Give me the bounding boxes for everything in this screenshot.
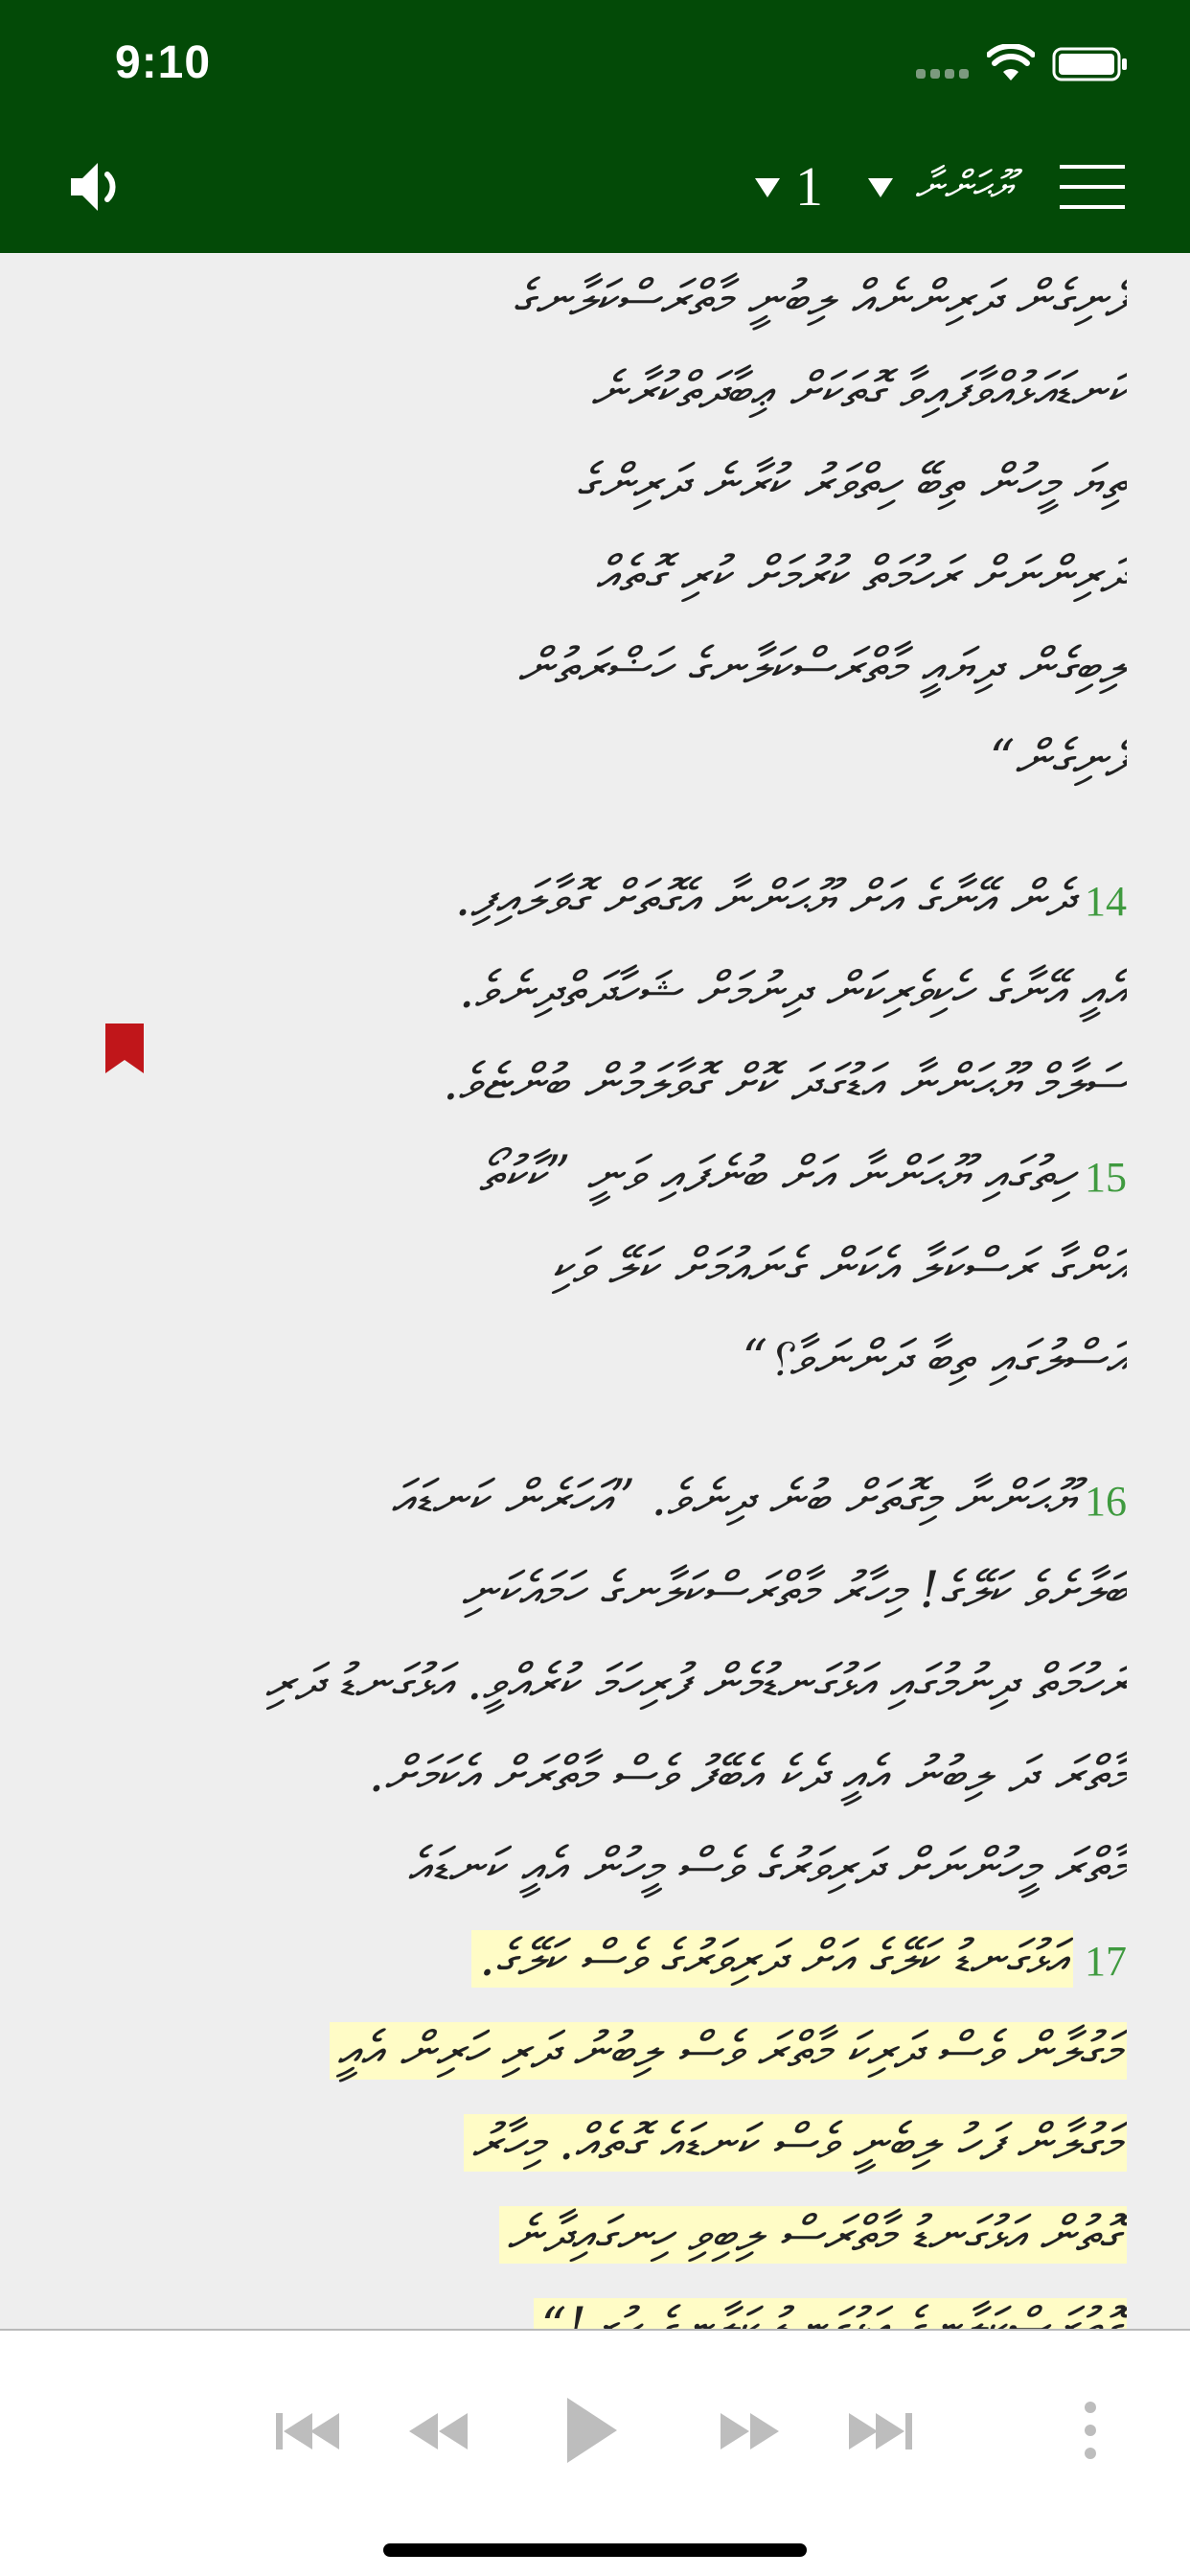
cellular-signal-icon bbox=[916, 69, 970, 79]
verse-text: ދެން އޭނާގެ އަށް ޔޫޙަންނާ އެގޮތަށް ގޮވާލ… bbox=[454, 870, 1073, 928]
verse-text: ދަރިންނަށް ރަހުމަތް ކުރުމަށް ކުރި ގޮތެއް bbox=[595, 546, 1127, 604]
verse-line[interactable]: މަގުލާން ވެސް ދަރިކަ މާތްރަ ވެސް ލިބުނު … bbox=[44, 2005, 1127, 2097]
nav-bar: 1 ޔޫޙަންނާ bbox=[0, 144, 1190, 230]
highlighted-verse-text: ގޮތުރަސްކަލާނގެ އަޅުގަނޑު ކަލާނގެ ހުރި!“ bbox=[533, 2298, 1127, 2329]
verse-line[interactable]: 14 ދެން އޭނާގެ އަށް ޔޫޙަންނާ އެގޮތަށް ގޮވ… bbox=[44, 853, 1127, 945]
home-indicator bbox=[383, 2543, 807, 2557]
fast-forward-icon[interactable] bbox=[719, 2409, 782, 2453]
verse-line[interactable]: ގޮތުން އަޅުގަނޑު މާތްރަސް ލިބިވި ހިނގައި… bbox=[44, 2189, 1127, 2281]
verse-line[interactable]: ލިބިގެން ދިޔައީ މާތްރަސްކަލާނގެ ހަޟްރަތު… bbox=[44, 621, 1127, 713]
verse-text: އަސްލުގައި ތިބާ ދަންނަވާ؟“ bbox=[742, 1330, 1127, 1388]
verse-text: ފެނިގެން ދަރިންނެއް ލިބުނީ މާތްރަސްކަލާނ… bbox=[513, 270, 1127, 328]
verse-text: ތިޔަ މީހުން ތިބޭ ހިތްވަރު ކުރާނެ ދަރިންގ… bbox=[576, 454, 1127, 512]
more-vertical-icon[interactable] bbox=[1077, 2400, 1104, 2461]
verse-number: 14 bbox=[1085, 878, 1127, 925]
highlighted-verse-text: މަގުލާން ފަހު ލިބެނީ ވެސް ކަނޑައެ ގޮތެއް… bbox=[464, 2114, 1127, 2172]
skip-next-icon[interactable] bbox=[847, 2409, 914, 2453]
verse-text: ޔޫޙަންނާ މިގޮތަށް ބުނެ ދިނެވެ. ”އަހަރެން… bbox=[391, 1470, 1073, 1528]
verse-line[interactable]: ކަނޑައަޅުއްވާފައިވާ ގޮތަކަށް ޢިބާދަތްކުރ… bbox=[44, 345, 1127, 437]
verse-text: ފެނިގެން“ bbox=[989, 730, 1127, 788]
verse-text: އަންގާ ރަސްކަލާ އެކަން ގެނައުމަށް ކަލޭ ވ… bbox=[551, 1238, 1127, 1296]
chapter-selector[interactable]: 1 bbox=[795, 153, 823, 220]
battery-icon bbox=[1052, 47, 1127, 81]
wifi-icon bbox=[987, 44, 1035, 80]
verse-number: 16 bbox=[1085, 1478, 1127, 1525]
verse-line[interactable]: ގޮތުރަސްކަލާނގެ އަޅުގަނޑު ކަލާނގެ ހުރި!“ bbox=[44, 2281, 1127, 2329]
verse-line[interactable]: 15 ހިތުގައި ޔޫޙަންނާ އަށް ބުނެފައި ވަނީ ”… bbox=[44, 1129, 1127, 1221]
verse-text: އެއީ އޭނާގެ ހެކިވެރިކަން ދިނުމަށް ޝަހާދަ… bbox=[458, 962, 1127, 1020]
verse-line[interactable]: ރަހުމަތް ދިނުމުގައި އަޅުގަނޑުމެން ފުރިހަ… bbox=[44, 1637, 1127, 1729]
highlighted-verse-text: ކަލޭގެ އަށް ދަރިވަރުގެ ވެސް ކަލޭގެ. bbox=[471, 1930, 945, 1988]
status-time: 9:10 bbox=[115, 37, 212, 88]
verse-text: ރަހުމަތް ދިނުމުގައި އަޅުގަނޑުމެން ފުރިހަ… bbox=[264, 1654, 1127, 1712]
verse-text: މާތްރަ މީހުންނަށް ދަރިވަރުގެ ވެސް މީހުން… bbox=[407, 1838, 1127, 1896]
verse-line[interactable]: އެއީ އޭނާގެ ހެކިވެރިކަން ދިނުމަށް ޝަހާދަ… bbox=[44, 945, 1127, 1037]
verse-number: 17 bbox=[1085, 1938, 1127, 1985]
scripture-text-area[interactable]: ފެނިގެން ދަރިންނެއް ލިބުނީ މާތްރަސްކަލާނ… bbox=[0, 253, 1190, 2329]
book-dropdown-triangle-icon[interactable] bbox=[866, 167, 895, 207]
verse-line[interactable]: މަގުލާން ފަހު ލިބެނީ ވެސް ކަނޑައެ ގޮތެއް… bbox=[44, 2097, 1127, 2189]
bookmark-icon[interactable] bbox=[103, 1022, 146, 1075]
skip-previous-icon[interactable] bbox=[274, 2409, 341, 2453]
audio-player-bar bbox=[0, 2329, 1190, 2576]
verse-line[interactable]: ސަލާމް ޔޫޙަންނާ އަޑުގަދަ ކޮށް ގޮވާލަމުން… bbox=[44, 1037, 1127, 1129]
verse-number: 15 bbox=[1085, 1154, 1127, 1201]
verse-text: ސަލާމް ޔޫޙަންނާ އަޑުގަދަ ކޮށް ގޮވާލަމުން… bbox=[443, 1054, 1127, 1112]
verse-line[interactable]: ފެނިގެން ދަރިންނެއް ލިބުނީ މާތްރަސްކަލާނ… bbox=[44, 253, 1127, 345]
app-header: 9:10 1 ޔޫޙަންނާ bbox=[0, 0, 1190, 253]
verse-line[interactable]: 16 ޔޫޙަންނާ މިގޮތަށް ބުނެ ދިނެވެ. ”އަހަރެ… bbox=[44, 1453, 1127, 1545]
verse-line[interactable]: ފެނިގެން“ bbox=[44, 713, 1127, 805]
verse-line[interactable]: އަސްލުގައި ތިބާ ދަންނަވާ؟“ bbox=[44, 1313, 1127, 1405]
verse-line[interactable]: ބަލާށެވެ ކަލޭގެ! މިހާރު މާތްރަސްކަލާނގެ … bbox=[44, 1545, 1127, 1637]
verse-line[interactable]: ދަރިންނަށް ރަހުމަތް ކުރުމަށް ކުރި ގޮތެއް bbox=[44, 529, 1127, 621]
verse-line[interactable]: މާތްރަ މީހުންނަށް ދަރިވަރުގެ ވެސް މީހުން… bbox=[44, 1821, 1127, 1913]
verse-text: ބަލާށެވެ ކަލޭގެ! މިހާރު މާތްރަސްކަލާނގެ … bbox=[461, 1562, 1127, 1620]
verse-line[interactable]: އަންގާ ރަސްކަލާ އެކަން ގެނައުމަށް ކަލޭ ވ… bbox=[44, 1221, 1127, 1313]
verse-line[interactable]: ތިޔަ މީހުން ތިބޭ ހިތްވަރު ކުރާނެ ދަރިންގ… bbox=[44, 437, 1127, 529]
highlighted-verse-text: މަގުލާން ވެސް ދަރިކަ މާތްރަ ވެސް ލިބުނު … bbox=[329, 2022, 1127, 2080]
verse-line[interactable]: މާތްރަ ދަ ލިބުނު އެއީ ދެކެ އެބޭފު ވެސް މ… bbox=[44, 1729, 1127, 1821]
play-icon[interactable] bbox=[563, 2394, 619, 2467]
highlighted-verse-start[interactable]: އަޅުގަނޑު bbox=[944, 1930, 1073, 1988]
highlighted-verse-text: ގޮތުން އަޅުގަނޑު މާތްރަސް ލިބިވި ހިނގައި… bbox=[499, 2206, 1127, 2264]
speaker-icon[interactable] bbox=[67, 157, 130, 217]
verse-text: ހިތުގައި ޔޫޙަންނާ އަށް ބުނެފައި ވަނީ ”ކާ… bbox=[478, 1146, 1073, 1204]
chapter-dropdown-triangle-icon[interactable] bbox=[753, 167, 782, 207]
verse-text: މާތްރަ ދަ ލިބުނު އެއީ ދެކެ އެބޭފު ވެސް މ… bbox=[368, 1746, 1127, 1804]
verse-line[interactable]: 17 އަޅުގަނޑުކަލޭގެ އަށް ދަރިވަރުގެ ވެސް ކ… bbox=[44, 1913, 1127, 2005]
hamburger-menu-icon[interactable] bbox=[1060, 163, 1125, 211]
verse-text: ކަނޑައަޅުއްވާފައިވާ ގޮތަކަށް ޢިބާދަތްކުރ… bbox=[590, 362, 1127, 420]
verse-text: ލިބިގެން ދިޔައީ މާތްރަސްކަލާނގެ ހަޟްރަތު… bbox=[517, 638, 1127, 696]
book-selector[interactable]: ޔޫޙަންނާ bbox=[910, 157, 1016, 215]
rewind-icon[interactable] bbox=[406, 2409, 469, 2453]
